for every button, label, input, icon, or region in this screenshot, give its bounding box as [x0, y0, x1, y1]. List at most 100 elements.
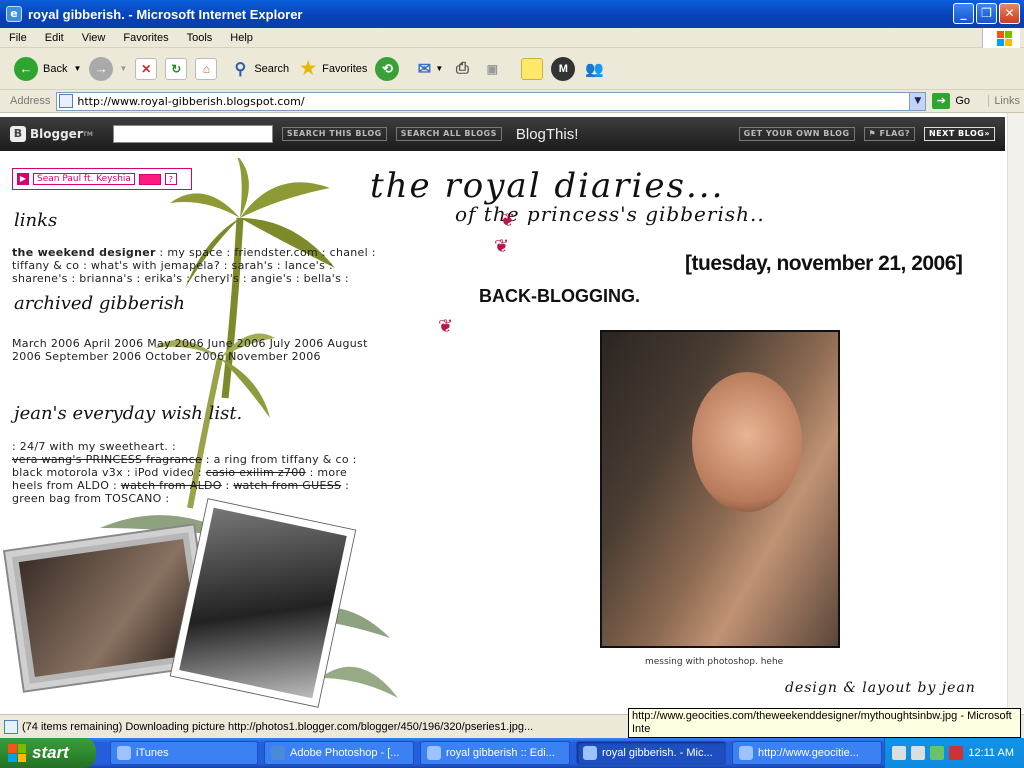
search-this-blog-button[interactable]: SEARCH THIS BLOG: [281, 127, 387, 141]
wish-item-done: vera wang's PRINCESS fragrance: [12, 453, 202, 466]
wish-item-done: watch from GUESS: [233, 479, 342, 492]
blogger-b-icon: B: [10, 126, 26, 142]
search-icon: ⚲: [234, 60, 247, 78]
window-title: royal gibberish. - Microsoft Internet Ex…: [28, 6, 303, 22]
blog-search-input[interactable]: [112, 125, 273, 143]
minimize-button[interactable]: _: [953, 3, 974, 24]
task-geocities[interactable]: http://www.geocitie...: [732, 741, 882, 765]
search-all-blogs-button[interactable]: SEARCH ALL BLOGS: [395, 127, 502, 141]
menu-view[interactable]: View: [73, 32, 115, 44]
post-date: [tuesday, november 21, 2006]: [685, 252, 963, 275]
play-icon[interactable]: ▶: [17, 173, 29, 185]
loading-page-icon: [4, 719, 18, 734]
blog-title[interactable]: the royal diaries...: [370, 166, 724, 206]
forward-dropdown-icon[interactable]: ▼: [119, 64, 127, 73]
search-button[interactable]: ⚲ Search: [229, 58, 289, 80]
address-dropdown-icon[interactable]: ▼: [909, 92, 926, 110]
task-photoshop[interactable]: Adobe Photoshop - [...: [264, 741, 414, 765]
menu-file[interactable]: File: [0, 32, 36, 44]
itunes-icon: [117, 746, 131, 760]
forward-button[interactable]: → ▼: [89, 56, 127, 81]
flag-button[interactable]: ⚑ FLAG?: [863, 127, 915, 141]
windows-flag-icon: [8, 744, 26, 762]
maximize-button[interactable]: ❐: [976, 3, 997, 24]
edit-icon: ▣: [486, 61, 499, 76]
blogthis-button[interactable]: BlogThis!: [516, 126, 579, 143]
menu-favorites[interactable]: Favorites: [114, 32, 177, 44]
address-input[interactable]: http://www.royal-gibberish.blogspot.com/…: [56, 91, 927, 111]
ie-task-icon: [583, 746, 597, 760]
go-button[interactable]: ➔ Go: [932, 93, 970, 109]
address-label: Address: [10, 95, 51, 107]
clock: 12:11 AM: [968, 747, 1014, 759]
refresh-button[interactable]: ↻: [165, 57, 188, 80]
task-royal-gibberish[interactable]: royal gibberish. - Mic...: [576, 741, 726, 765]
history-button[interactable]: ⟲: [375, 56, 400, 81]
post-title: BACK-BLOGGING.: [479, 286, 640, 306]
back-dropdown-icon[interactable]: ▼: [73, 64, 81, 73]
menu-edit[interactable]: Edit: [36, 32, 73, 44]
volume-bar[interactable]: [138, 173, 161, 185]
ie-task-icon: [427, 746, 441, 760]
archive-list[interactable]: March 2006 April 2006 May 2006 June 2006…: [12, 337, 382, 363]
flag-icon: ⚑: [868, 129, 880, 138]
page-content: B Blogger TM SEARCH THIS BLOG SEARCH ALL …: [0, 113, 1007, 710]
taskbar: start iTunes Adobe Photoshop - [... roya…: [0, 738, 1024, 768]
design-credit: design & layout by jean: [785, 680, 976, 696]
wish-item: : 24/7 with my sweetheart. :: [12, 440, 176, 453]
tray-icon[interactable]: [892, 746, 907, 760]
ie-task-icon: [739, 746, 753, 760]
address-url: http://www.royal-gibberish.blogspot.com/: [77, 94, 305, 108]
close-button[interactable]: ✕: [999, 3, 1020, 24]
window-titlebar[interactable]: e royal gibberish. - Microsoft Internet …: [0, 0, 1024, 28]
mail-button[interactable]: ✉ ▼: [413, 58, 444, 80]
start-button[interactable]: start: [0, 738, 96, 768]
menu-help[interactable]: Help: [221, 32, 262, 44]
refresh-icon: ↻: [165, 57, 188, 80]
tray-icon[interactable]: [930, 746, 945, 760]
star-icon: ★: [300, 58, 317, 78]
wish-item-done: casio exilim z700: [205, 466, 306, 479]
wishlist-text: : 24/7 with my sweetheart. : vera wang's…: [12, 440, 367, 505]
edit-button[interactable]: ▣: [481, 58, 503, 80]
stop-icon: ✕: [135, 57, 158, 80]
discuss-button[interactable]: [521, 57, 544, 80]
next-blog-button[interactable]: NEXT BLOG»: [923, 127, 995, 141]
tray-icon[interactable]: [949, 746, 964, 760]
messenger-icon: 👥: [585, 60, 604, 78]
archive-heading: archived gibberish: [14, 293, 185, 314]
home-button[interactable]: ⌂: [195, 57, 218, 80]
mail-icon: ✉: [417, 60, 432, 78]
music-player[interactable]: ▶ Sean Paul ft. Keyshia ?: [12, 168, 192, 190]
get-own-blog-button[interactable]: GET YOUR OWN BLOG: [738, 127, 855, 141]
menu-tools[interactable]: Tools: [178, 32, 222, 44]
back-arrow-icon: ←: [14, 56, 38, 81]
go-arrow-icon: ➔: [932, 93, 951, 109]
status-text: (74 items remaining) Downloading picture…: [22, 720, 534, 733]
links-toolbar[interactable]: Links: [988, 95, 1020, 107]
address-bar: Address http://www.royal-gibberish.blogs…: [0, 90, 1024, 113]
blogger-logo[interactable]: B Blogger TM: [10, 126, 93, 142]
link-weekend-designer[interactable]: the weekend designer: [12, 246, 156, 259]
task-blog-editor[interactable]: royal gibberish :: Edi...: [420, 741, 570, 765]
messenger-button[interactable]: 👥: [583, 58, 605, 80]
blog-main: the royal diaries... of the princess's g…: [370, 158, 1007, 710]
menu-bar: File Edit View Favorites Tools Help: [0, 28, 1024, 48]
vertical-scrollbar[interactable]: [1007, 113, 1024, 710]
tooltip: http://www.geocities.com/theweekenddesig…: [628, 708, 1021, 738]
back-button[interactable]: ← Back ▼: [14, 56, 81, 81]
note-icon: [521, 57, 544, 80]
tray-icon[interactable]: [911, 746, 926, 760]
wishlist-heading: jean's everyday wish list.: [14, 403, 243, 424]
stop-button[interactable]: ✕: [135, 57, 158, 80]
photo-caption: messing with photoshop. hehe: [645, 657, 784, 667]
task-itunes[interactable]: iTunes: [110, 741, 258, 765]
research-button[interactable]: M: [551, 56, 576, 81]
print-button[interactable]: ⎙: [451, 58, 473, 80]
favorites-button[interactable]: ★ Favorites: [297, 58, 367, 80]
post-photo[interactable]: [600, 330, 840, 648]
music-help-button[interactable]: ?: [164, 173, 177, 185]
standard-toolbar: ← Back ▼ → ▼ ✕ ↻ ⌂ ⚲ Search ★ Favorites …: [0, 48, 1024, 90]
butterfly-icon: ❦: [438, 316, 454, 337]
page-icon: [59, 94, 74, 108]
